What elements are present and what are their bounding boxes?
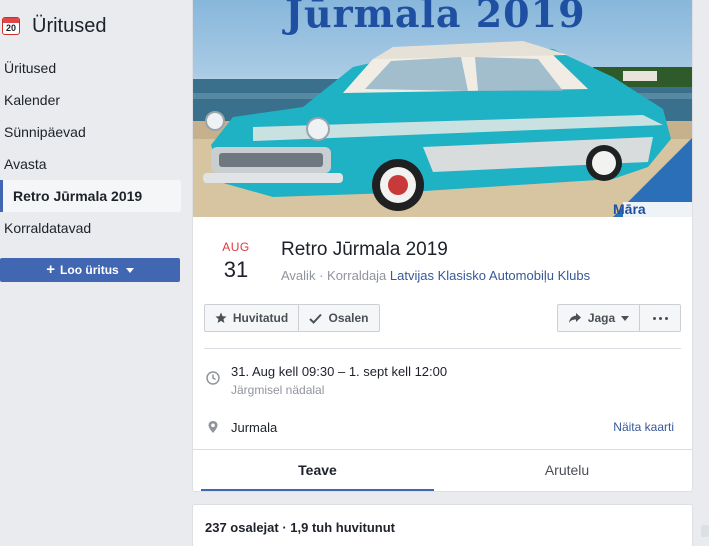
event-datetime: 31. Aug kell 09:30 – 1. sept kell 12:00 <box>231 364 448 379</box>
create-event-label: Loo üritus <box>60 263 119 277</box>
more-options-button[interactable] <box>639 304 681 332</box>
sidebar-header: 20 Üritused <box>0 12 106 40</box>
caret-down-icon <box>621 315 630 321</box>
show-map-link[interactable]: Näita kaarti <box>613 420 674 434</box>
going-button[interactable]: Osalen <box>298 304 380 332</box>
create-event-button[interactable]: + Loo üritus <box>0 258 180 282</box>
divider <box>204 348 681 349</box>
star-icon <box>215 312 227 323</box>
cover-photo[interactable]: Jūrmala 2019 Māra <box>193 0 692 217</box>
event-card: Jūrmala 2019 Māra AUG 31 Retro Jūrmala 2… <box>192 0 693 492</box>
sidebar-item-calendar[interactable]: Kalender <box>0 84 181 116</box>
active-tab-indicator <box>201 489 434 491</box>
sidebar-item-hosting[interactable]: Korraldatavad <box>0 212 181 244</box>
scrollbar-fragment <box>701 525 709 537</box>
more-dots-icon <box>652 316 668 320</box>
share-arrow-icon <box>568 313 581 323</box>
meta-separator: · <box>319 268 328 283</box>
host-prefix: Korraldaja <box>327 268 387 283</box>
event-month: AUG <box>222 240 250 254</box>
sidebar-item-events[interactable]: Üritused <box>0 52 181 84</box>
event-location[interactable]: Jurmala <box>231 420 277 435</box>
sidebar-nav: Üritused Kalender Sünnipäevad Avasta Ret… <box>0 52 181 244</box>
going-label: Osalen <box>328 311 369 325</box>
caret-down-icon <box>125 267 134 273</box>
interested-button[interactable]: Huvitatud <box>204 304 299 332</box>
location-pin-icon <box>208 421 218 433</box>
event-tabs: Teave Arutelu <box>193 449 692 491</box>
attendance-summary[interactable]: 237 osalejat · 1,9 tuh huvitunut <box>205 520 395 535</box>
event-day: 31 <box>223 257 249 282</box>
share-button[interactable]: Jaga <box>557 304 640 332</box>
event-date: AUG 31 <box>213 240 259 283</box>
tab-discussion[interactable]: Arutelu <box>451 450 683 490</box>
checkmark-icon <box>309 313 323 324</box>
cover-headline: Jūrmala 2019 <box>285 0 586 36</box>
plus-icon: + <box>46 261 56 278</box>
calendar-icon: 20 <box>2 17 20 35</box>
clock-icon <box>206 371 220 385</box>
attendance-card: 237 osalejat · 1,9 tuh huvitunut <box>192 504 693 546</box>
sidebar-item-retro-jurmala[interactable]: Retro Jūrmala 2019 <box>0 180 181 212</box>
interested-label: Huvitatud <box>232 311 289 325</box>
event-meta: Avalik · Korraldaja Latvijas Klasisko Au… <box>281 268 590 283</box>
event-relative-time: Järgmisel nädalal <box>231 383 325 397</box>
event-title: Retro Jūrmala 2019 <box>281 239 448 260</box>
tab-about[interactable]: Teave <box>201 450 434 490</box>
share-label: Jaga <box>587 311 616 325</box>
sidebar-item-birthdays[interactable]: Sünnipäevad <box>0 116 181 148</box>
host-link[interactable]: Latvijas Klasisko Automobiļu Klubs <box>390 268 590 283</box>
sidebar: 20 Üritused Üritused Kalender Sünnipäeva… <box>0 0 186 546</box>
event-privacy: Avalik <box>281 268 316 283</box>
sidebar-item-discover[interactable]: Avasta <box>0 148 181 180</box>
cover-corner-text: Māra <box>613 201 646 217</box>
sidebar-title: Üritused <box>32 14 107 37</box>
